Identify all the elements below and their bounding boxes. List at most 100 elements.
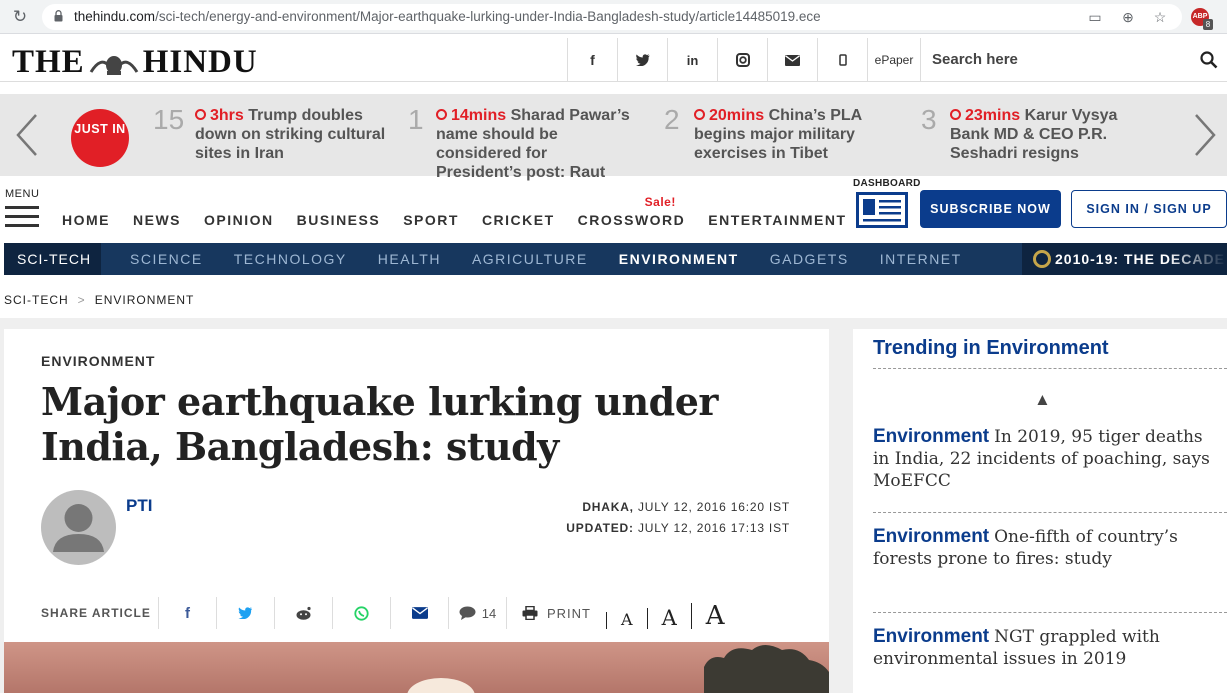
epaper-link[interactable]: ePaper	[867, 38, 921, 82]
linkedin-icon[interactable]: in	[667, 38, 717, 82]
clock-icon	[694, 109, 705, 120]
just-in-badge: JUST IN	[71, 109, 129, 167]
browser-toolbar: ↻ thehindu.com/sci-tech/energy-and-envir…	[0, 0, 1227, 34]
ticker-headline: 20mins China’s PLA begins major military…	[694, 107, 862, 162]
main-nav: HOME NEWS OPINION BUSINESS SPORT CRICKET…	[62, 195, 870, 228]
breadcrumb: SCI-TECH > ENVIRONMENT	[4, 293, 194, 307]
share-email-icon[interactable]	[390, 597, 448, 629]
trending-item[interactable]: Environment In 2019, 95 tiger deaths in I…	[873, 426, 1213, 492]
trending-divider	[873, 612, 1227, 613]
emblem-icon	[89, 56, 138, 76]
nav-item-cricket[interactable]: CRICKET	[482, 212, 555, 228]
subnav-item-technology[interactable]: TECHNOLOGY	[234, 243, 347, 275]
subnav-item-sci-tech[interactable]: SCI-TECH	[4, 243, 101, 275]
zoom-icon[interactable]: ⊕	[1120, 9, 1136, 25]
sale-badge: Sale!	[644, 195, 676, 209]
share-reddit-icon[interactable]	[274, 597, 332, 629]
share-twitter-icon[interactable]	[216, 597, 274, 629]
email-icon[interactable]	[767, 38, 817, 82]
share-article-label: SHARE ARTICLE	[41, 606, 151, 620]
comments-button[interactable]: 14	[448, 597, 506, 629]
ticker-number: 3	[921, 104, 937, 135]
breadcrumb-separator: >	[77, 293, 86, 307]
share-facebook-icon[interactable]: f	[158, 597, 216, 629]
ticker-next-icon[interactable]	[1190, 112, 1220, 158]
search-icon[interactable]	[1200, 51, 1218, 69]
nav-item-sport[interactable]: SPORT	[403, 212, 459, 228]
social-links: f in	[567, 38, 867, 82]
subscribe-button[interactable]: SUBSCRIBE NOW	[920, 190, 1061, 228]
author-avatar	[41, 490, 116, 565]
share-whatsapp-icon[interactable]	[332, 597, 390, 629]
article-hero-image	[4, 642, 829, 693]
font-size-large-button[interactable]: A	[690, 603, 739, 629]
ticker-headline: 14mins Sharad Pawar’s name should be con…	[436, 107, 630, 181]
printer-icon	[522, 606, 538, 620]
print-button[interactable]: PRINT	[506, 597, 606, 629]
trending-divider	[873, 512, 1227, 513]
article-headline: Major earthquake lurking under India, Ba…	[41, 379, 718, 469]
subnav-item-science[interactable]: SCIENCE	[130, 243, 203, 275]
ticker-headline: 3hrs Trump doubles down on striking cult…	[195, 107, 386, 162]
trending-category[interactable]: Environment	[873, 426, 989, 447]
subnav-item-environment[interactable]: ENVIRONMENT	[619, 243, 739, 275]
trending-item[interactable]: Environment One-fifth of country’s forest…	[873, 526, 1213, 570]
trending-category[interactable]: Environment	[873, 526, 989, 547]
subnav-item-health[interactable]: HEALTH	[378, 243, 441, 275]
dashboard-icon[interactable]	[856, 192, 908, 228]
sign-in-button[interactable]: SIGN IN / SIGN UP	[1071, 190, 1227, 228]
share-bar: SHARE ARTICLE f 14 PRINT A A A	[41, 597, 739, 629]
subnav-item-gadgets[interactable]: GADGETS	[770, 243, 849, 275]
ticker-headline: 23mins Karur Vysya Bank MD & CEO P.R. Se…	[950, 107, 1118, 162]
breadcrumb-sci-tech[interactable]: SCI-TECH	[4, 293, 69, 307]
clock-icon	[436, 109, 447, 120]
bookmark-star-icon[interactable]: ☆	[1152, 9, 1168, 25]
ticker-prev-icon[interactable]	[12, 112, 42, 158]
the-hindu-logo[interactable]: THE HINDU	[12, 44, 258, 81]
trending-title: Trending in Environment	[873, 337, 1109, 359]
trending-category[interactable]: Environment	[873, 626, 989, 647]
decade-promo[interactable]: 2010-19: THE DECADE	[1022, 243, 1227, 275]
font-size-small-button[interactable]: A	[606, 612, 647, 629]
instagram-icon[interactable]	[717, 38, 767, 82]
decade-badge-icon	[1033, 250, 1051, 268]
ticker-number: 2	[664, 104, 680, 135]
clock-icon	[950, 109, 961, 120]
hamburger-menu-icon[interactable]	[5, 206, 39, 228]
article-section-label[interactable]: ENVIRONMENT	[41, 353, 155, 369]
menu-label: MENU	[5, 188, 40, 200]
clock-icon	[195, 109, 206, 120]
extension-count-badge: 8	[1203, 19, 1213, 30]
scroll-up-icon[interactable]: ▲	[1034, 390, 1051, 410]
nav-item-business[interactable]: BUSINESS	[297, 212, 381, 228]
cast-icon[interactable]: ▭	[1087, 9, 1103, 25]
comment-icon	[459, 606, 476, 620]
article-dateline: DHAKA, JULY 12, 2016 16:20 IST UPDATED: …	[566, 500, 790, 535]
ticker-number: 1	[408, 104, 424, 135]
dashboard-label: DASHBOARD	[853, 178, 921, 189]
nav-item-crossword[interactable]: Sale! CROSSWORD	[578, 195, 686, 228]
address-bar[interactable]: thehindu.com/sci-tech/energy-and-environ…	[42, 4, 1182, 30]
twitter-icon[interactable]	[617, 38, 667, 82]
lock-icon	[54, 10, 63, 22]
font-size-controls: A A A	[606, 597, 739, 629]
search-input[interactable]: Search here	[932, 51, 1018, 68]
masthead: THE HINDU f in ePaper Search here	[0, 38, 1227, 82]
subnav-item-agriculture[interactable]: AGRICULTURE	[472, 243, 588, 275]
trending-divider	[873, 368, 1227, 369]
section-subnav: SCI-TECH SCIENCE TECHNOLOGY HEALTH AGRIC…	[4, 243, 1022, 275]
facebook-icon[interactable]: f	[567, 38, 617, 82]
nav-item-home[interactable]: HOME	[62, 212, 110, 228]
ticker-number: 15	[153, 104, 185, 135]
subnav-item-internet[interactable]: INTERNET	[880, 243, 962, 275]
breadcrumb-environment[interactable]: ENVIRONMENT	[95, 293, 195, 307]
nav-item-opinion[interactable]: OPINION	[204, 212, 274, 228]
nav-item-news[interactable]: NEWS	[133, 212, 181, 228]
reload-icon[interactable]: ↻	[10, 7, 30, 27]
nav-item-entertainment[interactable]: ENTERTAINMENT	[708, 212, 846, 228]
mobile-icon[interactable]	[817, 38, 867, 82]
author-name[interactable]: PTI	[126, 496, 152, 516]
url-text: thehindu.com/sci-tech/energy-and-environ…	[74, 9, 821, 24]
font-size-medium-button[interactable]: A	[646, 608, 691, 629]
trending-item[interactable]: Environment NGT grappled with environment…	[873, 626, 1213, 670]
